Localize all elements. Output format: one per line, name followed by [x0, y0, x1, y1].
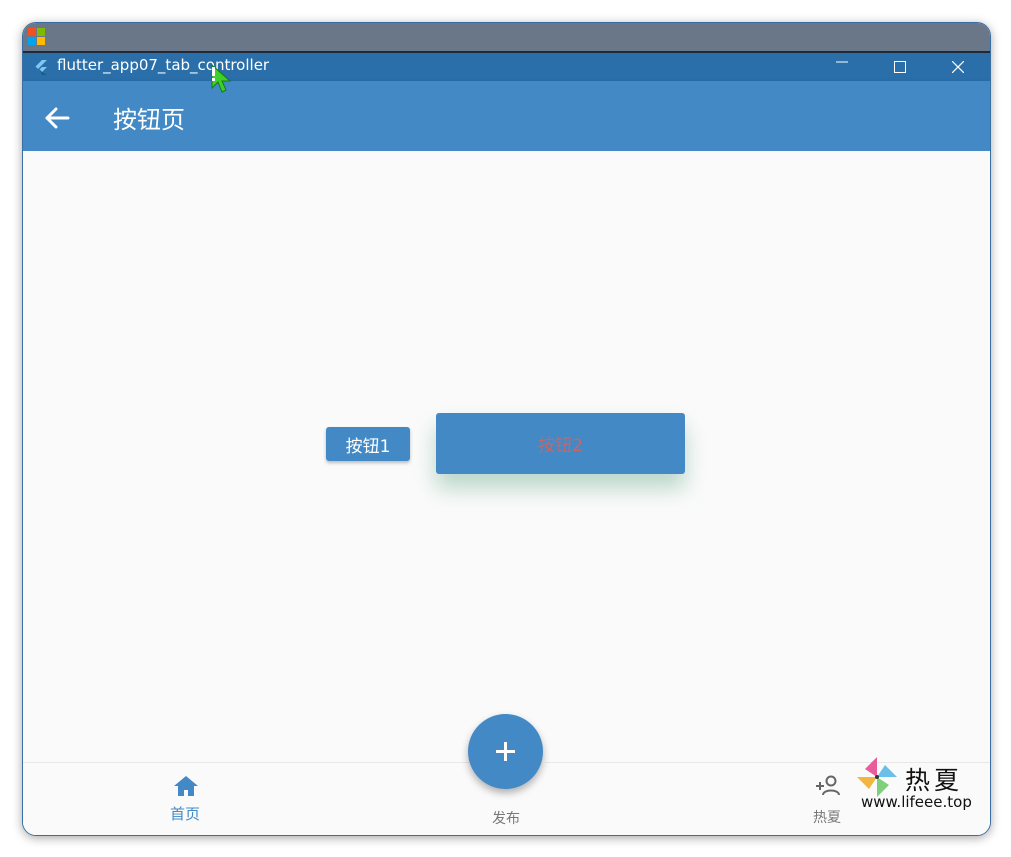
nav-label-home: 首页: [169, 805, 200, 823]
page-title: 按钮页: [113, 106, 185, 134]
maximize-icon: [894, 61, 906, 73]
home-icon: [174, 776, 198, 796]
back-button[interactable]: [41, 102, 73, 134]
os-top-strip: [23, 23, 990, 53]
windows-logo-icon: [28, 28, 46, 46]
nav-item-home[interactable]: 首页: [135, 763, 235, 835]
window-title: flutter_app07_tab_controller: [57, 56, 270, 74]
window-titlebar[interactable]: flutter_app07_tab_controller: [23, 53, 990, 81]
watermark-url: www.lifeee.top: [861, 793, 972, 811]
minimize-icon: [836, 61, 848, 63]
button-2[interactable]: 按钮2: [436, 413, 685, 474]
mouse-cursor-icon: [211, 64, 232, 93]
nav-label-publish: 发布: [492, 811, 520, 827]
add-fab-button[interactable]: [468, 714, 543, 789]
minimize-button[interactable]: [813, 53, 871, 81]
app-bar: 按钮页: [23, 81, 990, 151]
close-icon: [952, 61, 964, 73]
close-button[interactable]: [929, 53, 987, 81]
plus-icon: [496, 742, 515, 761]
arrow-left-icon: [45, 107, 70, 129]
flutter-icon: [35, 60, 47, 75]
app-window: flutter_app07_tab_controller 按钮页 按钮1 按钮2…: [22, 22, 991, 836]
watermark: 热夏 www.lifeee.top: [855, 755, 973, 813]
button-1[interactable]: 按钮1: [326, 427, 410, 461]
maximize-button[interactable]: [871, 53, 929, 81]
person-add-icon: [816, 775, 840, 796]
watermark-name: 热夏: [905, 766, 964, 795]
